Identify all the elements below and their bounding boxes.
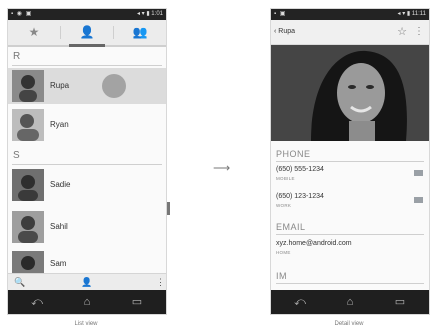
recents-nav-icon[interactable]: ▭ [112,290,162,314]
notification-icons: ▪ ▣ [274,11,287,17]
chevron-left-icon: ‹ [274,28,277,35]
navigation-bar: ⤺ ⌂ ▭ [8,290,166,314]
contact-row-sahil[interactable]: Sahil [8,209,166,245]
phone-type: MOBILE [276,176,295,181]
section-header-im: IM [276,271,287,281]
contact-row-sadie[interactable]: Sadie [8,167,166,203]
phone-type: WORK [276,203,292,208]
section-divider [276,283,424,284]
section-divider [12,164,162,165]
detail-view-caption: Detail view [334,321,364,327]
contact-name: Ryan [50,120,69,129]
recents-nav-icon[interactable]: ▭ [375,290,425,314]
contact-row-ryan[interactable]: Ryan [8,107,166,143]
phone-number: (650) 555-1234 [276,166,324,173]
list-view-phone: ▪ ◉ ▣ ◂ ▾ ▮ 1:01 ★ 👤 👥 R Rupa Ryan S Sad… [7,8,167,315]
section-header-email: EMAIL [276,222,306,232]
status-icons: ◂ ▾ ▮ 11:11 [397,11,426,17]
star-icon[interactable]: ☆ [397,20,407,44]
notification-icons: ▪ ◉ ▣ [11,11,33,17]
message-icon[interactable] [414,197,423,203]
message-icon[interactable] [414,170,423,176]
back-nav-icon[interactable]: ⤺ [275,290,325,314]
group-icon: 👥 [132,25,148,39]
contact-row-sam[interactable]: Sam [8,249,166,273]
email-type: HOME [276,250,291,255]
detail-action-bar: ‹ Rupa ☆ ⋮ [271,20,429,45]
tab-groups[interactable]: 👥 [114,20,166,45]
avatar [12,251,44,273]
add-contact-icon[interactable]: 👤 [81,274,92,290]
tab-contacts[interactable]: 👤 [61,20,113,47]
avatar [12,109,44,141]
home-nav-icon[interactable]: ⌂ [62,290,112,314]
touch-indicator [102,74,126,98]
contact-photo [271,45,429,141]
status-icons: ◂ ▾ ▮ 1:01 [136,11,163,17]
back-nav-icon[interactable]: ⤺ [12,290,62,314]
overflow-menu-icon[interactable]: ⋮ [414,20,424,44]
back-to-list-button[interactable]: ‹ Rupa [274,20,295,44]
home-nav-icon[interactable]: ⌂ [325,290,375,314]
list-view-caption: List view [74,321,98,327]
section-header-r: R [13,51,21,62]
avatar [12,70,44,102]
contact-name: Rupa [50,81,70,90]
status-bar: ▪ ◉ ▣ ◂ ▾ ▮ 1:01 [8,9,166,20]
tab-bar: ★ 👤 👥 [8,20,166,47]
page-title: Rupa [278,28,296,35]
bottom-action-bar: 🔍 👤 ⋮ [8,273,166,290]
search-icon[interactable]: 🔍 [14,274,25,290]
section-divider [276,161,424,162]
overflow-menu-icon[interactable]: ⋮ [156,274,165,290]
contact-name: Sahil [50,222,68,231]
avatar [12,211,44,243]
detail-view-phone: ▪ ▣ ◂ ▾ ▮ 11:11 ‹ Rupa ☆ ⋮ PHONE (650) 5… [270,8,430,315]
navigation-bar: ⤺ ⌂ ▭ [271,290,429,314]
phone-number: (650) 123-1234 [276,193,324,200]
contact-row-rupa[interactable]: Rupa [8,68,166,104]
section-divider [276,234,424,235]
contact-name: Sadie [50,180,71,189]
star-icon: ★ [28,25,40,39]
person-icon: 👤 [79,25,95,39]
email-address: xyz.home@android.com [276,240,352,247]
avatar [12,169,44,201]
transition-arrow-icon: ⟶ [213,161,231,175]
section-header-phone: PHONE [276,149,311,159]
tab-favorites[interactable]: ★ [8,20,60,45]
contact-name: Sam [50,259,67,268]
section-divider [12,65,162,66]
scroll-indicator[interactable] [167,202,170,215]
section-header-s: S [13,150,20,161]
status-bar: ▪ ▣ ◂ ▾ ▮ 11:11 [271,9,429,20]
